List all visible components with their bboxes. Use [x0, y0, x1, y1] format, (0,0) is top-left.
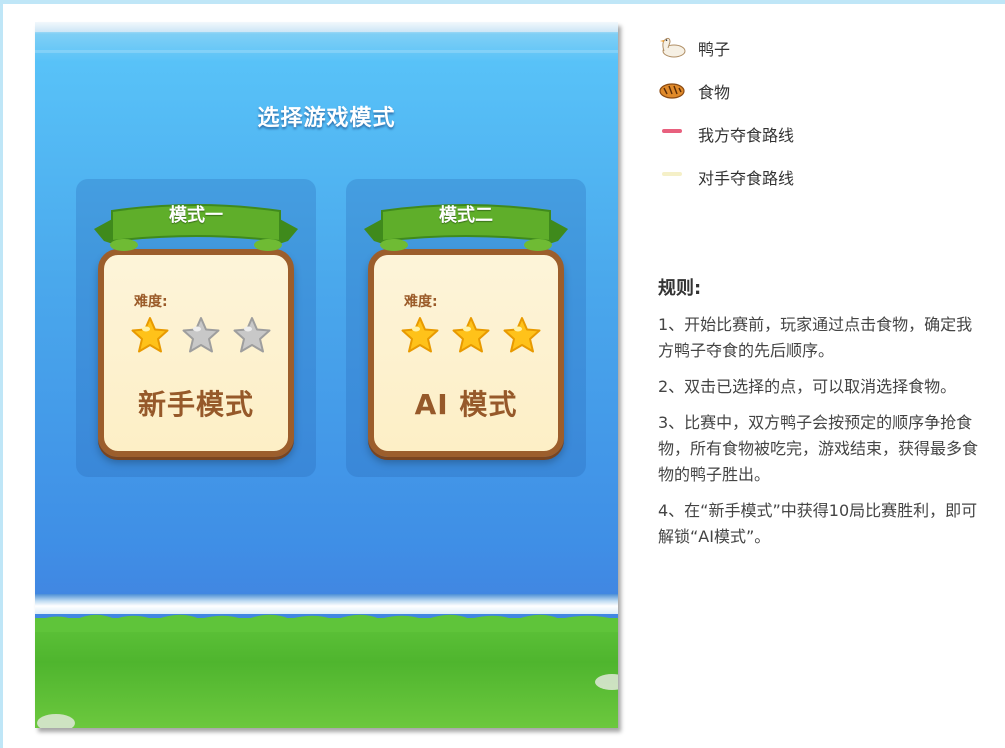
grass-edge [35, 614, 618, 632]
rule-item: 3、比赛中，双方鸭子会按预定的顺序争抢食物，所有食物被吃完，游戏结束，获得最多食… [658, 413, 979, 484]
mode-name: 新手模式 [137, 388, 254, 421]
legend-label: 食物 [698, 83, 731, 102]
game-stage: 选择游戏模式 难度: 新手模式 模式一 难度: AI 模式 模式二 [35, 22, 618, 728]
mode-tag: 模式一 [169, 205, 223, 226]
duck-icon [660, 37, 686, 58]
rules-section: 规则: 1、开始比赛前，玩家通过点击食物，确定我方鸭子夺食的先后顺序。 2、双击… [658, 274, 978, 560]
star-filled-icon [503, 317, 541, 353]
stage-title: 选择游戏模式 [257, 106, 396, 131]
rule-item: 4、在“新手模式”中获得10局比赛胜利，即可解锁“AI模式”。 [658, 501, 978, 546]
legend-item-own-route: 我方夺食路线 [658, 119, 978, 147]
water-top-rim [35, 22, 618, 32]
legend-item-food: 食物 [658, 76, 978, 104]
legend-label: 我方夺食路线 [698, 126, 795, 145]
star-empty-icon [182, 317, 220, 353]
rule-item: 1、开始比赛前，玩家通过点击食物，确定我方鸭子夺食的先后顺序。 [658, 315, 973, 360]
top-border [0, 0, 1005, 4]
difficulty-label: 难度: [134, 294, 168, 310]
difficulty-stars [400, 315, 548, 355]
mode-two-card[interactable]: 难度: AI 模式 [368, 249, 564, 457]
yellow-line-icon [662, 172, 682, 176]
mode-one-panel[interactable]: 难度: 新手模式 模式一 [76, 179, 316, 477]
star-filled-icon [131, 317, 169, 353]
difficulty-label: 难度: [404, 294, 438, 310]
left-border [0, 0, 3, 748]
mode-one-card[interactable]: 难度: 新手模式 [98, 249, 294, 457]
mode-tag: 模式二 [439, 205, 493, 226]
water-highlight [35, 50, 618, 53]
star-filled-icon [401, 317, 439, 353]
legend-item-duck: 鸭子 [658, 33, 978, 61]
rule-item: 2、双击已选择的点，可以取消选择食物。 [658, 377, 957, 396]
star-empty-icon [233, 317, 271, 353]
legend-label: 对手夺食路线 [698, 169, 795, 188]
mode-name: AI 模式 [414, 388, 518, 421]
difficulty-stars [130, 315, 278, 355]
mode-two-panel[interactable]: 难度: AI 模式 模式二 [346, 179, 586, 477]
rules-title: 规则: [658, 278, 702, 299]
legend-label: 鸭子 [698, 40, 731, 59]
pink-line-icon [662, 129, 682, 133]
grass-field [35, 618, 618, 728]
legend-item-opponent-route: 对手夺食路线 [658, 162, 978, 190]
star-filled-icon [452, 317, 490, 353]
bread-icon [659, 83, 685, 99]
stone [37, 714, 75, 728]
